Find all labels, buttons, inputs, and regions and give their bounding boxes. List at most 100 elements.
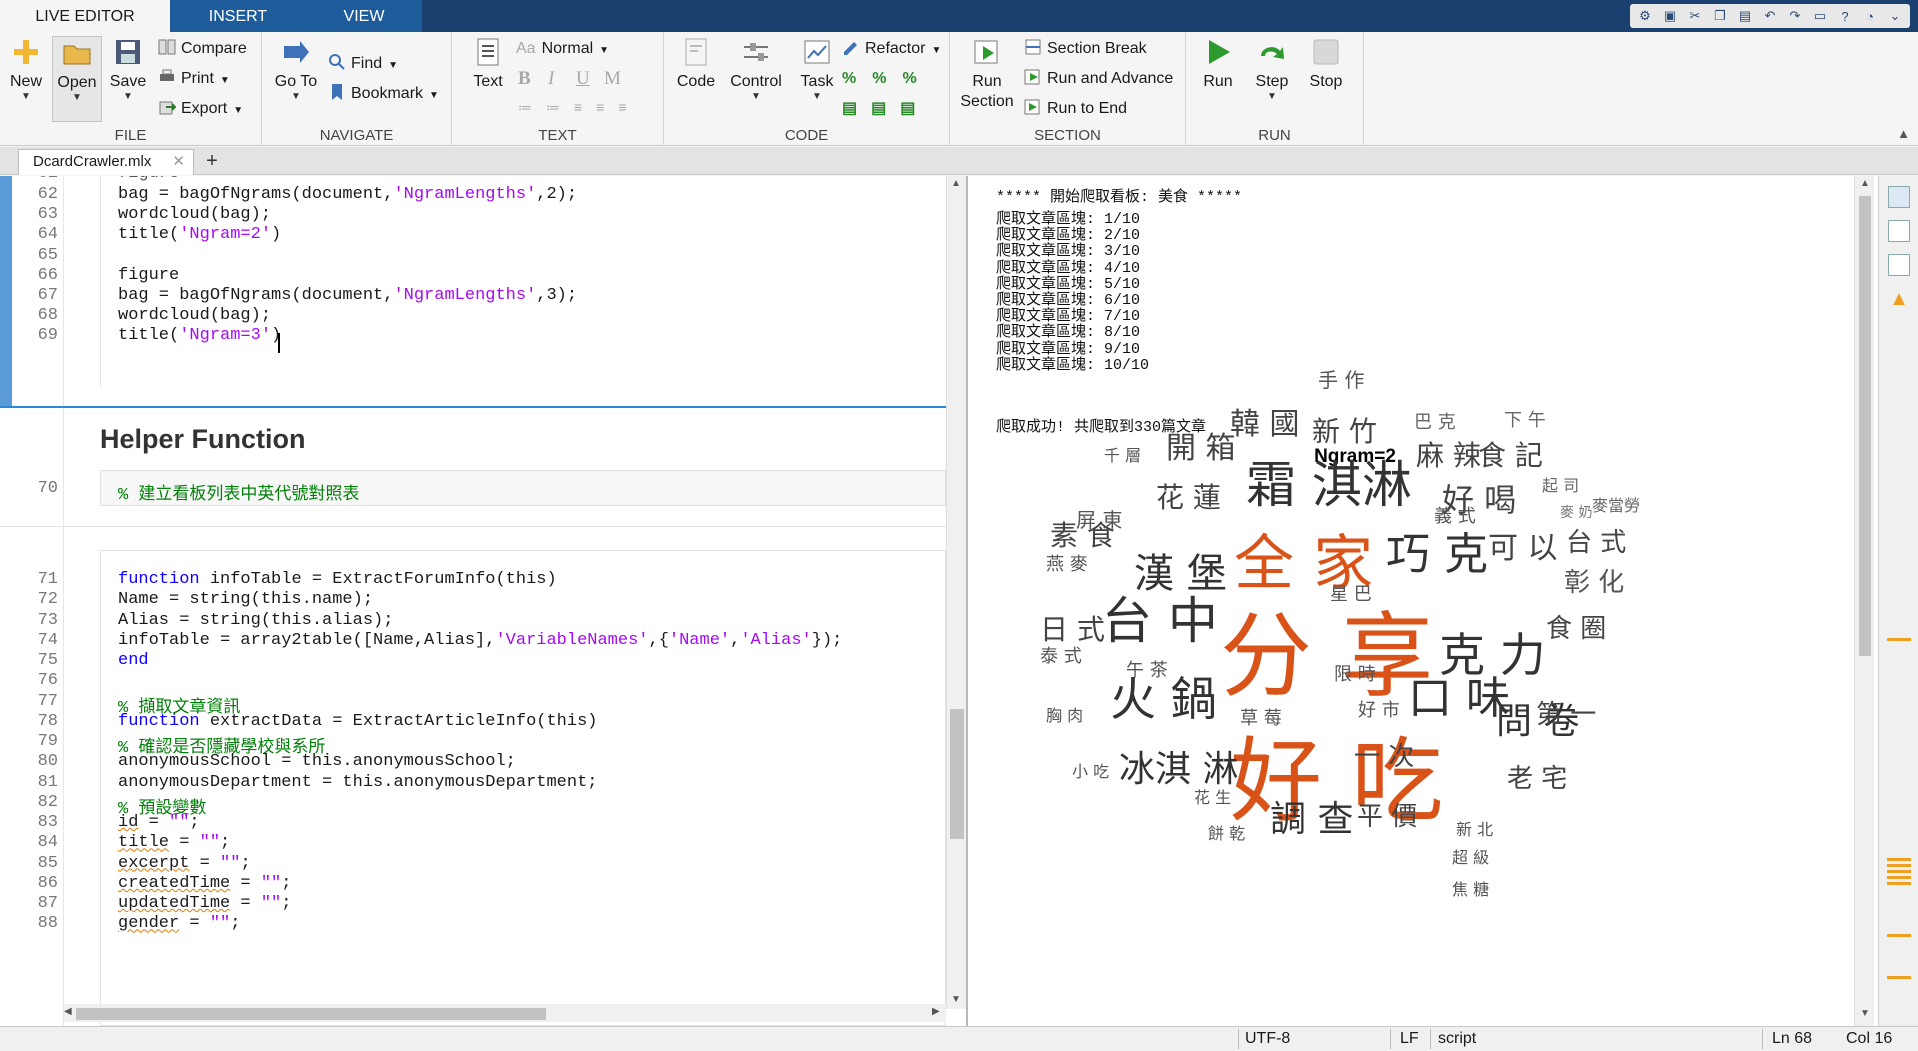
editor-vertical-scrollbar[interactable]: ▲ ▼: [946, 176, 966, 1009]
task-button[interactable]: Task ▼: [792, 36, 842, 103]
print-button[interactable]: Print ▼: [158, 67, 230, 91]
underline-button[interactable]: U: [576, 67, 590, 91]
code-analyzer-marker[interactable]: [1887, 638, 1911, 641]
line-number: 68: [37, 306, 58, 326]
comment-buttons[interactable]: %%%: [842, 67, 933, 91]
encoding-status[interactable]: UTF-8: [1245, 1030, 1290, 1048]
ribbon-tab-bar: LIVE EDITOR INSERT VIEW ⚙ ▣ ✂ ❐ ▤ ↶ ↷ ▭ …: [0, 0, 1918, 32]
code-token: =: [169, 833, 200, 853]
file-tab[interactable]: DcardCrawler.mlx ✕: [18, 149, 194, 175]
line-status[interactable]: Ln 68: [1772, 1030, 1812, 1048]
scroll-down-icon[interactable]: ▼: [951, 994, 961, 1005]
goto-button[interactable]: Go To ▼: [268, 36, 324, 103]
hide-output-icon[interactable]: [1888, 254, 1910, 276]
column-status[interactable]: Col 16: [1846, 1030, 1892, 1048]
code-analyzer-marker[interactable]: [1887, 934, 1911, 937]
run-to-end-button[interactable]: Run to End: [1024, 97, 1127, 121]
code-analyzer-marker[interactable]: [1887, 882, 1911, 885]
run-button[interactable]: Run: [1198, 36, 1238, 91]
export-button[interactable]: Export ▼: [158, 97, 243, 121]
scroll-up-icon[interactable]: ▲: [951, 178, 961, 189]
text-cursor: [278, 333, 280, 353]
customize-icon[interactable]: ⚙: [1634, 5, 1656, 27]
code-token: 'Ngram=3': [179, 326, 272, 346]
code-token: =: [179, 914, 210, 934]
italic-button[interactable]: I: [548, 67, 554, 91]
control-button[interactable]: Control ▼: [724, 36, 788, 103]
undo-icon[interactable]: ↶: [1759, 5, 1781, 27]
section-break-button[interactable]: Section Break: [1024, 37, 1147, 61]
tab-view[interactable]: VIEW: [306, 0, 422, 32]
code-token: 'Ngram=2': [179, 225, 272, 245]
bold-button[interactable]: B: [518, 67, 531, 91]
editor-horizontal-scrollbar[interactable]: ◀ ▶: [64, 1004, 946, 1022]
run-and-advance-button[interactable]: Run and Advance: [1024, 67, 1173, 91]
close-icon[interactable]: ✕: [172, 150, 185, 174]
scrollbar-thumb[interactable]: [76, 1008, 546, 1020]
scrollbar-thumb[interactable]: [1859, 196, 1871, 656]
code-analyzer-marker[interactable]: [1887, 858, 1911, 861]
code-analyzer-marker[interactable]: [1887, 870, 1911, 873]
redo-icon[interactable]: ↷: [1784, 5, 1806, 27]
code-line: wordcloud(bag);: [118, 306, 271, 325]
magnifier-icon: [329, 54, 345, 70]
code-line: wordcloud(bag);: [118, 205, 271, 224]
output-right-icon[interactable]: [1888, 220, 1910, 242]
copy-icon[interactable]: ❐: [1709, 5, 1731, 27]
tab-insert[interactable]: INSERT: [170, 0, 306, 32]
indent-buttons[interactable]: ▤▤▤: [842, 97, 929, 121]
wordcloud-word: 巧 克: [1386, 529, 1488, 580]
save-button[interactable]: Save ▼: [106, 36, 150, 103]
code-token: });: [811, 630, 843, 650]
run-section-button[interactable]: Run Section: [956, 36, 1018, 112]
output-vertical-scrollbar[interactable]: ▲ ▼: [1854, 176, 1874, 1026]
wordcloud-word: 霜 淇淋: [1246, 456, 1412, 514]
wordcloud-word: 餅 乾: [1208, 824, 1246, 843]
new-tab-button[interactable]: +: [198, 150, 226, 174]
scroll-up-icon[interactable]: ▲: [1860, 178, 1870, 189]
scroll-left-icon[interactable]: ◀: [64, 1006, 72, 1017]
switch-windows-icon[interactable]: ▭: [1809, 5, 1831, 27]
output-pane[interactable]: ***** 開始爬取看板: 美食 ***** 爬取文章區塊: 1/10 爬取文章區塊…: [968, 176, 1878, 1026]
find-button[interactable]: Find ▼: [328, 52, 398, 76]
wordcloud-word: 燕 麥: [1046, 554, 1088, 575]
code-analyzer-marker[interactable]: [1887, 864, 1911, 867]
code-token: 'NgramLengths': [393, 286, 537, 305]
code-analyzer-marker[interactable]: [1887, 876, 1911, 879]
paragraph-format-icons[interactable]: ≔≔≡≡≡: [518, 95, 641, 119]
code-line: infoTable = array2table([Name,Alias],'Va…: [118, 631, 842, 650]
dropdown-icon[interactable]: ⌄: [1884, 5, 1906, 27]
save-icon[interactable]: ▣: [1659, 5, 1681, 27]
code-button[interactable]: Code: [672, 36, 720, 91]
line-ending-status[interactable]: LF: [1400, 1030, 1419, 1048]
paste-icon[interactable]: ▤: [1734, 5, 1756, 27]
new-button[interactable]: New ▼: [4, 36, 48, 103]
scroll-right-icon[interactable]: ▶: [932, 1006, 940, 1017]
code-editor[interactable]: figure 61 62bag = bagOfNgrams(document,'…: [0, 176, 966, 1026]
wordcloud-word: 麻 辣: [1416, 439, 1481, 472]
wordcloud-word: 好 市: [1358, 700, 1400, 721]
monospace-button[interactable]: M: [604, 67, 621, 91]
refactor-button[interactable]: Refactor ▼: [842, 37, 941, 61]
line-number: 86: [37, 873, 58, 893]
file-type-status[interactable]: script: [1438, 1030, 1476, 1048]
style-dropdown[interactable]: Aa Normal ▼: [516, 37, 609, 61]
compare-button[interactable]: Compare: [158, 37, 247, 61]
stop-button[interactable]: Stop: [1304, 36, 1348, 91]
tab-live-editor[interactable]: LIVE EDITOR: [0, 0, 170, 32]
help-icon[interactable]: ?: [1834, 5, 1856, 27]
collapse-ribbon-icon[interactable]: ▲: [1897, 126, 1910, 141]
line-number: 78: [37, 711, 58, 731]
bookmark-button[interactable]: Bookmark ▼: [328, 82, 439, 106]
output-inline-icon[interactable]: [1888, 186, 1910, 208]
step-button[interactable]: Step ▼: [1250, 36, 1294, 103]
scrollbar-thumb[interactable]: [950, 709, 964, 839]
scroll-down-icon[interactable]: ▼: [1860, 1008, 1870, 1019]
code-token: bag = bagOfNgrams(document,: [118, 185, 394, 204]
text-button[interactable]: Text: [466, 36, 510, 91]
warning-icon[interactable]: ▲: [1888, 288, 1910, 310]
search-icon[interactable]: ◔: [1859, 5, 1881, 27]
cut-icon[interactable]: ✂: [1684, 5, 1706, 27]
code-analyzer-marker[interactable]: [1887, 976, 1911, 979]
open-button[interactable]: Open ▼: [52, 36, 102, 122]
